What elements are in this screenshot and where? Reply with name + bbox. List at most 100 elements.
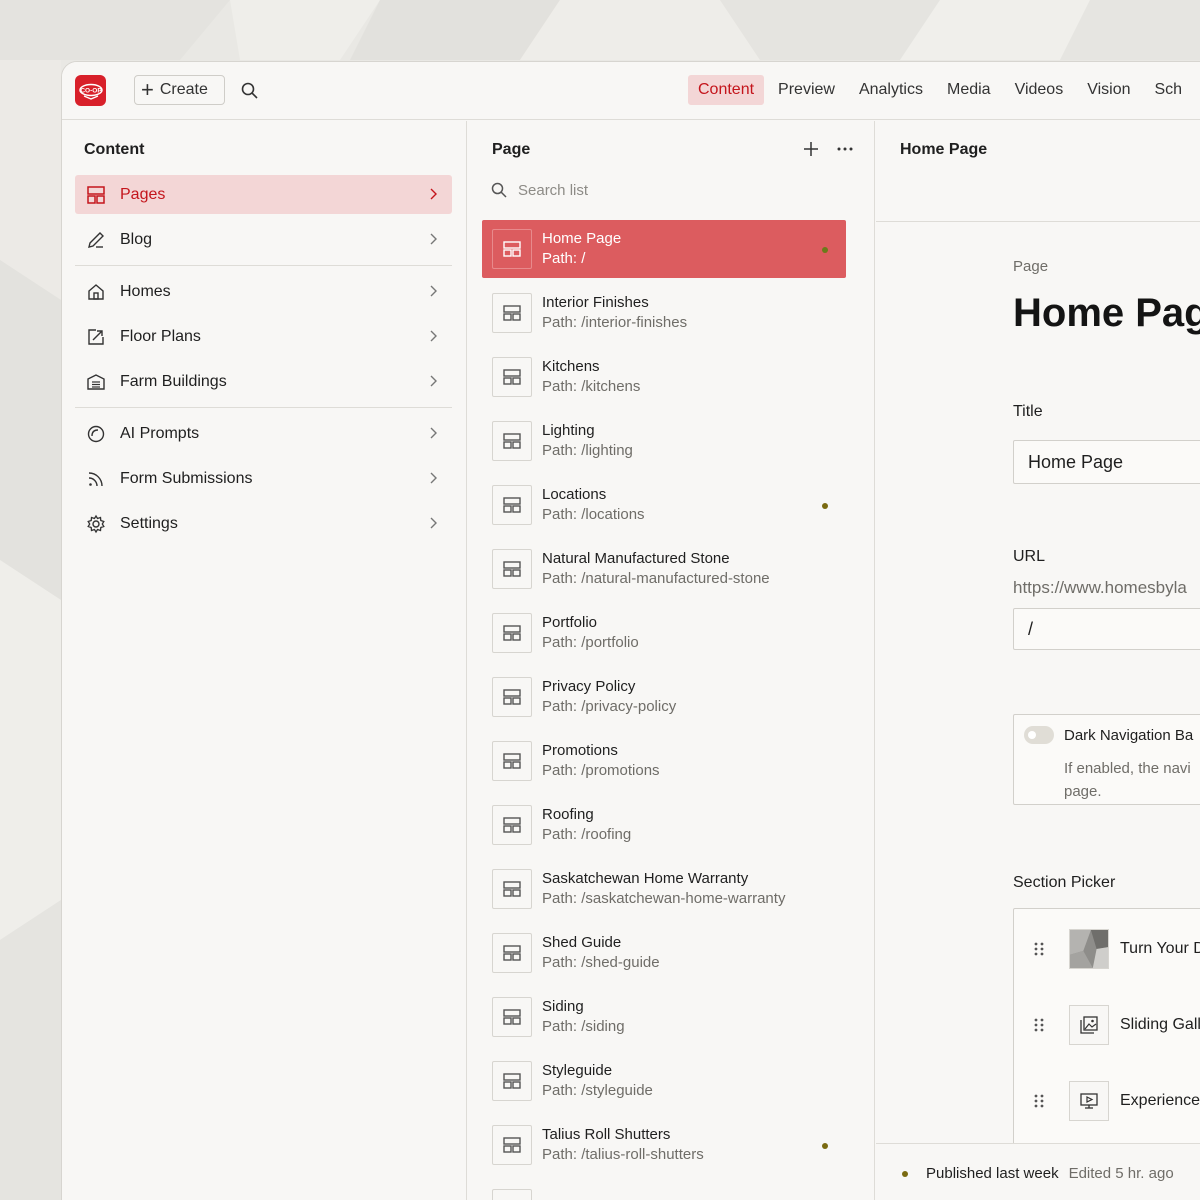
list-item[interactable]: Styleguide Path: /styleguide [482, 1052, 846, 1110]
list-item-text: Lighting Path: /lighting [542, 421, 633, 461]
page-document-icon [492, 229, 532, 269]
sidebar-item-homes[interactable]: Homes [75, 272, 452, 311]
more-options-icon[interactable] [836, 140, 854, 158]
list-item-path: Path: /portfolio [542, 634, 639, 651]
pencil-icon [85, 229, 107, 251]
sidebar-item-settings[interactable]: Settings [75, 504, 452, 543]
list-item-path: Path: /talius-roll-shutters [542, 1146, 704, 1163]
list-item[interactable]: Terms and conditions [482, 1180, 846, 1200]
list-item-text: Shed Guide Path: /shed-guide [542, 933, 660, 973]
drag-handle-icon[interactable] [1032, 1017, 1046, 1033]
ai-icon [85, 423, 107, 445]
list-item[interactable]: Locations Path: /locations [482, 476, 846, 534]
sidebar-item-blog[interactable]: Blog [75, 220, 452, 259]
list-item-title: Styleguide [542, 1062, 613, 1079]
add-document-icon[interactable] [802, 140, 820, 158]
list-item-path: Path: /saskatchewan-home-warranty [542, 890, 786, 907]
section-item[interactable]: Experience [1014, 1081, 1200, 1121]
list-item-text: Talius Roll Shutters Path: /talius-roll-s… [542, 1125, 704, 1165]
list-item-text: Roofing Path: /roofing [542, 805, 631, 845]
sidebar-item-floor-plans[interactable]: Floor Plans [75, 317, 452, 356]
tab-videos[interactable]: Videos [1005, 75, 1074, 105]
drag-handle-icon[interactable] [1032, 1093, 1046, 1109]
list-actions [802, 140, 854, 158]
list-item-text: Styleguide Path: /styleguide [542, 1061, 653, 1101]
title-field-value: Home Page [1028, 451, 1124, 472]
document-title: Home Pag [1013, 291, 1200, 335]
list-item-text: Saskatchewan Home Warranty Path: /saskatc… [542, 869, 785, 909]
rss-icon [85, 468, 107, 490]
sidebar-item-label: Floor Plans [120, 327, 201, 345]
chevron-right-icon [430, 188, 437, 200]
list-search[interactable]: Search list [490, 181, 588, 199]
url-slug-field[interactable]: / [1013, 608, 1200, 650]
list-item[interactable]: Siding Path: /siding [482, 988, 846, 1046]
list-item[interactable]: Interior Finishes Path: /interior-finishe… [482, 284, 846, 342]
editor-header-title: Home Page [900, 141, 988, 158]
sidebar-item-pages[interactable]: Pages [75, 175, 452, 214]
sidebar-item-ai-prompts[interactable]: AI Prompts [75, 414, 452, 453]
pages-icon [85, 184, 107, 206]
list-item[interactable]: Portfolio Path: /portfolio [482, 604, 846, 662]
brand-logo[interactable]: CO-OP [75, 75, 106, 106]
section-item[interactable]: Sliding Gall [1014, 1005, 1200, 1045]
sidebar-item-form-submissions[interactable]: Form Submissions [75, 459, 452, 498]
publish-status-bar: Published last week Edited 5 hr. ago [876, 1143, 1200, 1200]
dark-navigation-setting: Dark Navigation Ba If enabled, the navi … [1013, 714, 1200, 805]
section-item[interactable]: Turn Your D [1014, 929, 1200, 969]
list-item-title: Promotions [542, 742, 618, 759]
list-item[interactable]: Natural Manufactured Stone Path: /natural… [482, 540, 846, 598]
list-item-text: Natural Manufactured Stone Path: /natural… [542, 549, 770, 589]
list-item-path: Path: /roofing [542, 826, 632, 843]
page-document-icon [492, 997, 532, 1037]
search-input[interactable]: Search list [518, 182, 588, 199]
tab-analytics[interactable]: Analytics [849, 75, 933, 105]
dark-navigation-toggle[interactable] [1024, 726, 1054, 744]
list-item[interactable]: Kitchens Path: /kitchens [482, 348, 846, 406]
tab-schedule[interactable]: Sch [1145, 75, 1193, 105]
document-list: Home Page Path: / Interior Finishes Path: /… [482, 220, 846, 1200]
list-item[interactable]: Talius Roll Shutters Path: /talius-roll-s… [482, 1116, 846, 1174]
list-item-text: Interior Finishes Path: /interior-finishe… [542, 293, 687, 333]
list-item[interactable]: Roofing Path: /roofing [482, 796, 846, 854]
drag-handle-icon[interactable] [1032, 941, 1046, 957]
list-item[interactable]: Promotions Path: /promotions [482, 732, 846, 790]
list-item[interactable]: Shed Guide Path: /shed-guide [482, 924, 846, 982]
chevron-right-icon [430, 472, 437, 484]
publish-status: Published last week [926, 1165, 1059, 1182]
plus-icon: + [141, 77, 154, 102]
page-document-icon [492, 485, 532, 525]
section-label: Turn Your D [1120, 940, 1200, 957]
title-field[interactable]: Home Page [1013, 440, 1200, 484]
sidebar-item-label: Homes [120, 282, 171, 300]
list-item-path: Path: /lighting [542, 442, 633, 459]
logo-text: CO-OP [80, 87, 102, 94]
page-document-icon [492, 1061, 532, 1101]
list-item[interactable]: Saskatchewan Home Warranty Path: /saskatc… [482, 860, 846, 918]
url-slug-value: / [1028, 618, 1034, 639]
tab-vision[interactable]: Vision [1077, 75, 1140, 105]
sidebar-item-farm-buildings[interactable]: Farm Buildings [75, 362, 452, 401]
list-item-text: Siding Path: /siding [542, 997, 625, 1037]
list-item-text: Kitchens Path: /kitchens [542, 357, 640, 397]
top-tabs: Content Preview Analytics Media Videos V… [688, 75, 1196, 105]
tab-content[interactable]: Content [688, 75, 765, 105]
top-bar: CO-OP + Create Content Preview Analytics… [62, 62, 1200, 120]
list-item[interactable]: Privacy Policy Path: /privacy-policy [482, 668, 846, 726]
list-item-path: Path: /privacy-policy [542, 698, 677, 715]
create-button[interactable]: + Create [134, 75, 225, 105]
list-item-title: Home Page [542, 230, 622, 247]
list-item[interactable]: Home Page Path: / [482, 220, 846, 278]
list-item-path: Path: /promotions [542, 762, 660, 779]
search-icon[interactable] [240, 81, 260, 101]
section-label: Sliding Gall [1120, 1016, 1200, 1033]
document-type: Page [1013, 258, 1049, 275]
toggle-title: Dark Navigation Ba [1064, 727, 1194, 744]
published-status-dot [902, 1170, 908, 1177]
page-document-icon [492, 869, 532, 909]
tab-media[interactable]: Media [937, 75, 1001, 105]
title-field-label: Title [1013, 403, 1043, 420]
list-item-text: Locations Path: /locations [542, 485, 645, 525]
list-item[interactable]: Lighting Path: /lighting [482, 412, 846, 470]
tab-preview[interactable]: Preview [768, 75, 845, 105]
